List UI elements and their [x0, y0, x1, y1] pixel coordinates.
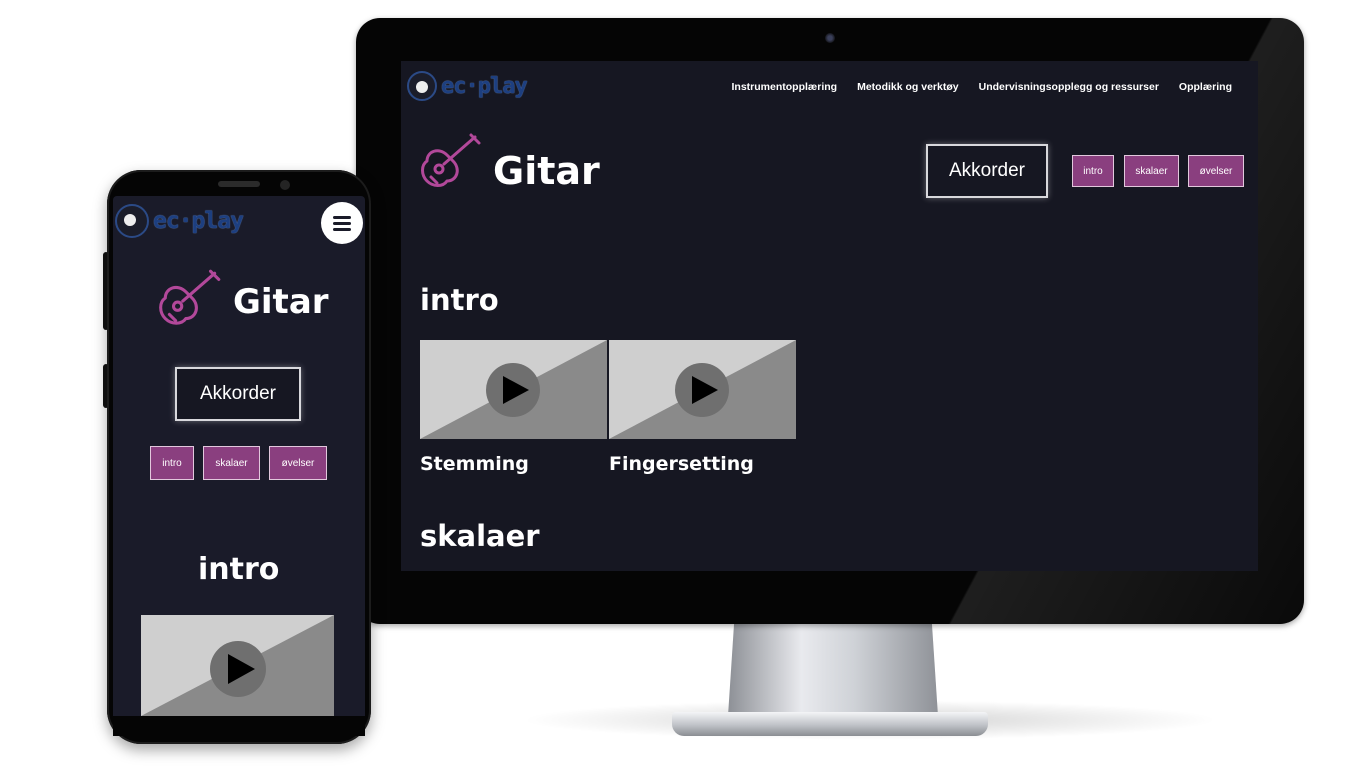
main-nav: Instrumentopplæring Metodikk og verktøy … — [731, 81, 1232, 93]
mobile-logo-text: ec·play — [153, 208, 244, 234]
logo-face-icon — [115, 204, 149, 238]
mobile-page-title: Gitar — [233, 282, 329, 322]
play-icon[interactable] — [675, 363, 729, 417]
mobile-chip-skalaer[interactable]: skalaer — [203, 446, 260, 480]
mobile-screen: ec·play Gitar Akkorder intro skalaer øve… — [113, 196, 365, 716]
phone-speaker — [218, 181, 260, 187]
video-thumbnail-stemming[interactable] — [420, 340, 607, 439]
webcam — [825, 33, 835, 43]
guitar-icon — [421, 133, 481, 187]
mobile-akkorder-button[interactable]: Akkorder — [175, 367, 301, 421]
mobile-section-heading-intro: intro — [198, 552, 280, 587]
chip-intro[interactable]: intro — [1072, 155, 1114, 187]
nav-item-metodikk[interactable]: Metodikk og verktøy — [857, 81, 959, 93]
site-logo[interactable]: ec·play — [407, 71, 528, 101]
page-title: Gitar — [493, 149, 600, 193]
menu-icon[interactable] — [321, 202, 363, 244]
play-icon[interactable] — [210, 641, 266, 697]
video-thumbnail-fingersetting[interactable] — [609, 340, 796, 439]
mobile-chip-ovelser[interactable]: øvelser — [269, 446, 327, 480]
nav-item-undervisningsopplegg[interactable]: Undervisningsopplegg og ressurser — [979, 81, 1159, 93]
chip-ovelser[interactable]: øvelser — [1188, 155, 1244, 187]
chip-skalaer[interactable]: skalaer — [1124, 155, 1179, 187]
section-heading-skalaer: skalaer — [420, 519, 540, 553]
monitor-stand-neck — [728, 620, 938, 716]
nav-item-instrumentopplaering[interactable]: Instrumentopplæring — [731, 81, 837, 93]
mobile-site-logo[interactable]: ec·play — [115, 204, 244, 238]
logo-face-icon — [407, 71, 437, 101]
nav-item-opplaering[interactable]: Opplæring — [1179, 81, 1232, 93]
section-heading-intro: intro — [420, 283, 499, 317]
akkorder-button[interactable]: Akkorder — [926, 144, 1048, 198]
desktop-screen: ec·play Instrumentopplæring Metodikk og … — [401, 61, 1258, 571]
phone-bottom-bezel — [113, 716, 365, 736]
device-mockup-scene: ec·play Instrumentopplæring Metodikk og … — [0, 0, 1366, 768]
phone-camera — [280, 180, 290, 190]
video-title-fingersetting[interactable]: Fingersetting — [609, 453, 754, 475]
mobile-chip-intro[interactable]: intro — [150, 446, 194, 480]
mobile-video-thumbnail[interactable] — [141, 615, 334, 716]
video-title-stemming[interactable]: Stemming — [420, 453, 529, 475]
play-icon[interactable] — [486, 363, 540, 417]
guitar-icon — [159, 269, 221, 325]
monitor-stand-base — [672, 712, 988, 736]
logo-text: ec·play — [441, 73, 528, 99]
